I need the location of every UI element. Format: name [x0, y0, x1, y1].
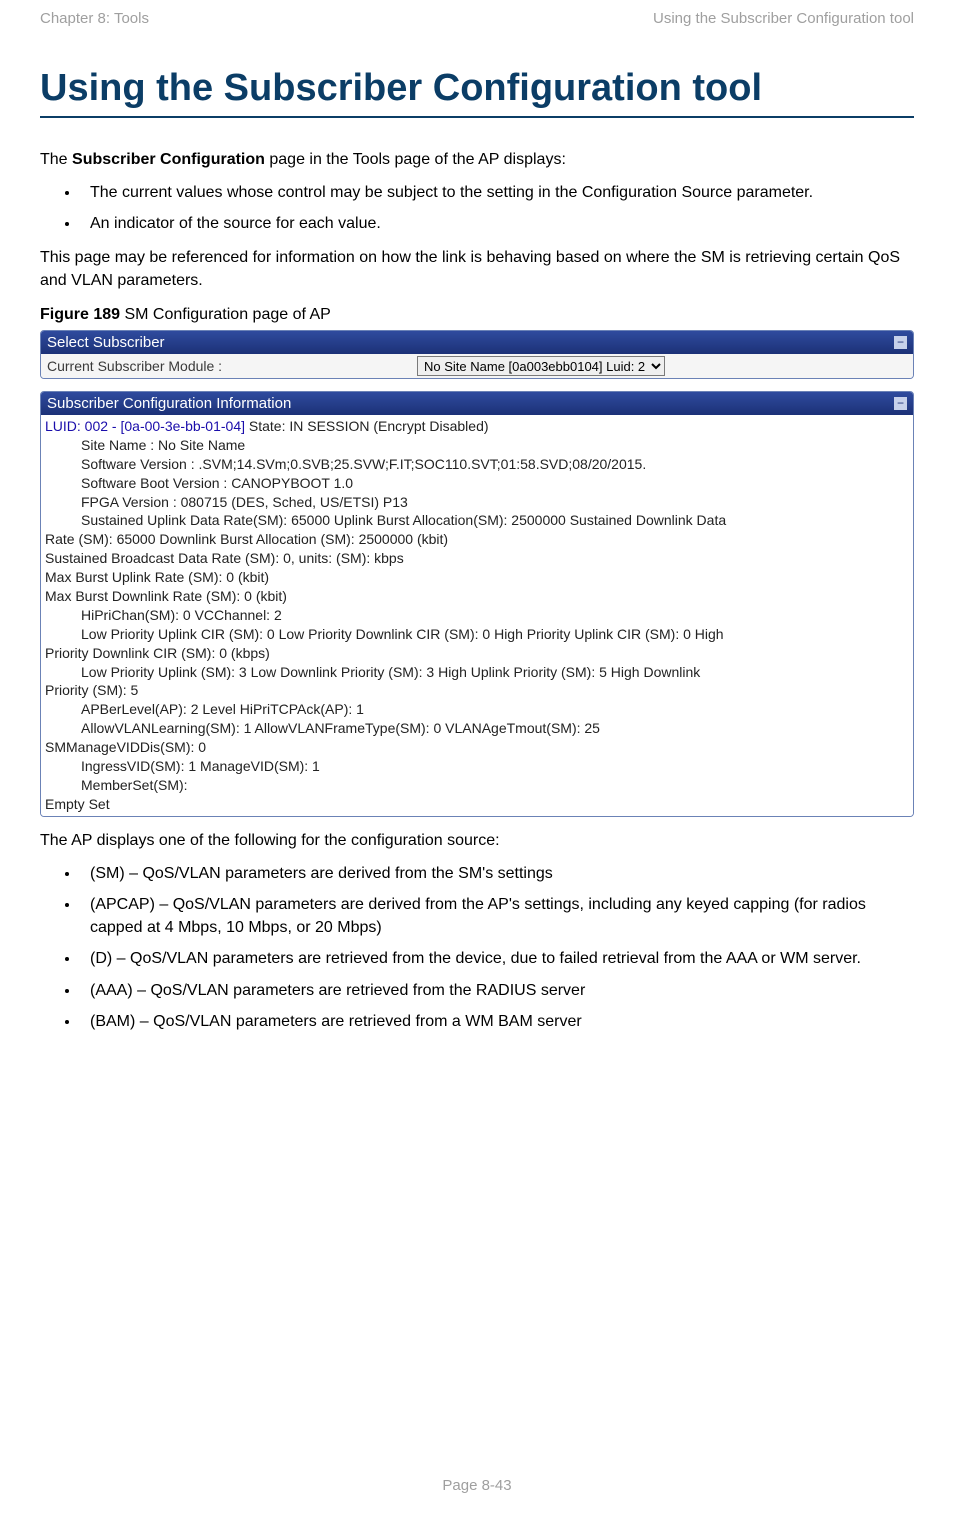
config-line: Software Version : .SVM;14.SVm;0.SVB;25.…: [45, 455, 909, 474]
config-line: Empty Set: [45, 795, 909, 814]
current-subscriber-label: Current Subscriber Module :: [47, 358, 417, 374]
config-line: Priority Downlink CIR (SM): 0 (kbps): [45, 644, 909, 663]
panel-header: Select Subscriber −: [41, 331, 913, 354]
config-source-bullets: (SM) – QoS/VLAN parameters are derived f…: [40, 862, 914, 1033]
intro-paragraph-2: This page may be referenced for informat…: [40, 246, 914, 292]
header-right: Using the Subscriber Configuration tool: [653, 10, 914, 27]
config-line: Low Priority Uplink (SM): 3 Low Downlink…: [45, 663, 909, 682]
state-text: State: IN SESSION (Encrypt Disabled): [245, 418, 489, 434]
config-line: Priority (SM): 5: [45, 681, 909, 700]
subscriber-select[interactable]: No Site Name [0a003ebb0104] Luid: 2: [417, 356, 665, 376]
list-item: (D) – QoS/VLAN parameters are retrieved …: [80, 947, 914, 970]
page-number: Page 8-43: [0, 1477, 954, 1494]
list-item: (APCAP) – QoS/VLAN parameters are derive…: [80, 893, 914, 939]
config-line: Max Burst Downlink Rate (SM): 0 (kbit): [45, 587, 909, 606]
config-line: IngressVID(SM): 1 ManageVID(SM): 1: [45, 757, 909, 776]
config-line: AllowVLANLearning(SM): 1 AllowVLANFrameT…: [45, 719, 909, 738]
page-title: Using the Subscriber Configuration tool: [40, 67, 914, 110]
intro-paragraph-1: The Subscriber Configuration page in the…: [40, 148, 914, 171]
config-line: Site Name : No Site Name: [45, 436, 909, 455]
config-line: SMManageVIDDis(SM): 0: [45, 738, 909, 757]
config-line: MemberSet(SM):: [45, 776, 909, 795]
list-item: An indicator of the source for each valu…: [80, 212, 914, 235]
panel-title: Select Subscriber: [47, 334, 165, 351]
title-rule: [40, 116, 914, 118]
config-line: Low Priority Uplink CIR (SM): 0 Low Prio…: [45, 625, 909, 644]
collapse-icon[interactable]: −: [894, 336, 907, 349]
figure-caption: Figure 189 SM Configuration page of AP: [40, 306, 914, 324]
config-line: Max Burst Uplink Rate (SM): 0 (kbit): [45, 568, 909, 587]
config-info-body: LUID: 002 - [0a-00-3e-bb-01-04] State: I…: [41, 415, 913, 816]
luid-link[interactable]: LUID: 002 - [0a-00-3e-bb-01-04]: [45, 418, 245, 434]
list-item: The current values whose control may be …: [80, 181, 914, 204]
config-line: Software Boot Version : CANOPYBOOT 1.0: [45, 474, 909, 493]
config-line: Rate (SM): 65000 Downlink Burst Allocati…: [45, 530, 909, 549]
config-line: Sustained Uplink Data Rate(SM): 65000 Up…: [45, 511, 909, 530]
list-item: (SM) – QoS/VLAN parameters are derived f…: [80, 862, 914, 885]
collapse-icon[interactable]: −: [894, 397, 907, 410]
subscriber-config-panel: Subscriber Configuration Information − L…: [40, 391, 914, 817]
select-subscriber-panel: Select Subscriber − Current Subscriber M…: [40, 330, 914, 379]
intro-bullets: The current values whose control may be …: [40, 181, 914, 235]
list-item: (BAM) – QoS/VLAN parameters are retrieve…: [80, 1010, 914, 1033]
header-left: Chapter 8: Tools: [40, 10, 149, 27]
config-line: FPGA Version : 080715 (DES, Sched, US/ET…: [45, 493, 909, 512]
panel-header: Subscriber Configuration Information −: [41, 392, 913, 415]
config-line: Sustained Broadcast Data Rate (SM): 0, u…: [45, 549, 909, 568]
config-line: HiPriChan(SM): 0 VCChannel: 2: [45, 606, 909, 625]
running-header: Chapter 8: Tools Using the Subscriber Co…: [40, 10, 914, 67]
after-figure-paragraph: The AP displays one of the following for…: [40, 829, 914, 852]
panel-body: Current Subscriber Module : No Site Name…: [41, 354, 913, 378]
config-line: APBerLevel(AP): 2 Level HiPriTCPAck(AP):…: [45, 700, 909, 719]
panel-title: Subscriber Configuration Information: [47, 395, 291, 412]
list-item: (AAA) – QoS/VLAN parameters are retrieve…: [80, 979, 914, 1002]
